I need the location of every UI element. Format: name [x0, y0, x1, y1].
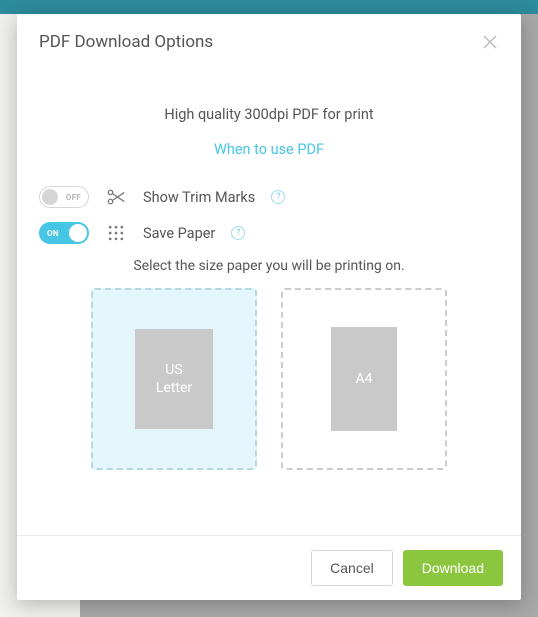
modal-subtitle: High quality 300dpi PDF for print	[39, 106, 499, 123]
help-icon[interactable]: ?	[271, 190, 285, 204]
download-button[interactable]: Download	[403, 550, 503, 586]
paper-option-us-letter[interactable]: US Letter	[91, 288, 257, 470]
save-paper-toggle[interactable]: ON	[39, 222, 89, 244]
trim-marks-row: OFF Show Trim Marks ?	[39, 186, 499, 208]
modal-header: PDF Download Options	[17, 14, 521, 70]
paper-size-choices: US Letter A4	[39, 288, 499, 470]
when-to-use-pdf-link[interactable]: When to use PDF	[39, 141, 499, 158]
paper-option-a4[interactable]: A4	[281, 288, 447, 470]
trim-marks-label: Show Trim Marks	[143, 189, 255, 206]
grid-dots-icon	[105, 222, 127, 244]
help-icon[interactable]: ?	[231, 226, 245, 240]
modal-body: High quality 300dpi PDF for print When t…	[17, 70, 521, 535]
options-section: OFF Show Trim Marks ? ON	[39, 186, 499, 470]
toggle-state-label: OFF	[66, 193, 81, 202]
trim-marks-toggle[interactable]: OFF	[39, 186, 89, 208]
close-icon[interactable]	[481, 33, 499, 51]
paper-sheet-icon: A4	[331, 327, 397, 431]
paper-label: A4	[355, 370, 372, 388]
toggle-knob	[42, 189, 58, 205]
toggle-state-label: ON	[47, 229, 59, 238]
scissors-icon	[105, 186, 127, 208]
app-topbar	[0, 0, 538, 14]
paper-size-prompt: Select the size paper you will be printi…	[39, 258, 499, 274]
toggle-knob	[69, 224, 87, 242]
modal-footer: Cancel Download	[17, 535, 521, 600]
save-paper-row: ON Save Paper ?	[39, 222, 499, 244]
paper-sheet-icon: US Letter	[135, 329, 213, 429]
paper-label: US Letter	[156, 361, 192, 397]
cancel-button[interactable]: Cancel	[311, 550, 393, 586]
pdf-download-modal: PDF Download Options High quality 300dpi…	[17, 14, 521, 600]
modal-title: PDF Download Options	[39, 32, 213, 52]
save-paper-label: Save Paper	[143, 225, 215, 242]
